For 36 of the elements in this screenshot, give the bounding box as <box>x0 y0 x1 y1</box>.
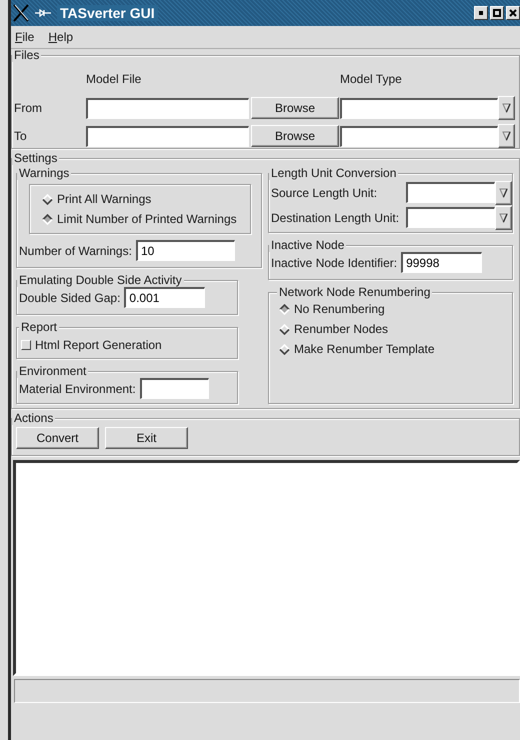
checkbox-label[interactable]: Html Report Generation <box>35 338 162 352</box>
group-title: Environment <box>17 365 88 378</box>
group-title: Report <box>19 321 60 334</box>
group-title: Settings <box>12 152 60 165</box>
group-title: Files <box>12 49 42 62</box>
row-label: From <box>14 101 43 115</box>
column-header: Model Type <box>340 71 403 88</box>
radio-label[interactable]: No Renumbering <box>294 302 385 316</box>
radio-label[interactable]: Limit Number of Printed Warnings <box>57 212 237 226</box>
column-header: Model File <box>86 71 142 88</box>
group-title: Network Node Renumbering <box>277 286 432 299</box>
field-label: Inactive Node Identifier: <box>271 256 398 270</box>
input-field[interactable]: 10 <box>136 240 235 261</box>
field-label: Double Sided Gap: <box>19 290 120 304</box>
input-field[interactable]: 0.001 <box>124 287 206 308</box>
browse-button[interactable]: Browse <box>251 125 339 147</box>
browse-button[interactable]: Browse <box>251 97 339 119</box>
radio-label[interactable]: Make Renumber Template <box>294 342 435 356</box>
menu-item[interactable]: Help <box>48 30 74 44</box>
radio-label[interactable]: Print All Warnings <box>57 192 152 206</box>
field-label: Material Environment: <box>19 382 136 396</box>
radio-label[interactable]: Renumber Nodes <box>294 322 388 336</box>
menu-item[interactable]: File <box>15 30 34 44</box>
action-button[interactable]: Convert <box>16 427 99 449</box>
group-title: Length Unit Conversion <box>269 167 398 180</box>
group-title: Inactive Node <box>269 239 346 252</box>
group-title: Actions <box>12 412 56 425</box>
window-title: TASverter GUI <box>57 5 158 21</box>
row-label: To <box>14 129 28 143</box>
group-title: Emulating Double Side Activity <box>17 274 184 287</box>
field-label: Source Length Unit: <box>271 186 378 200</box>
group-title: Warnings <box>17 167 72 180</box>
field-label: Destination Length Unit: <box>271 210 400 224</box>
input-field[interactable]: 99998 <box>401 252 482 273</box>
field-label: Number of Warnings: <box>19 244 132 258</box>
action-button[interactable]: Exit <box>105 427 188 449</box>
